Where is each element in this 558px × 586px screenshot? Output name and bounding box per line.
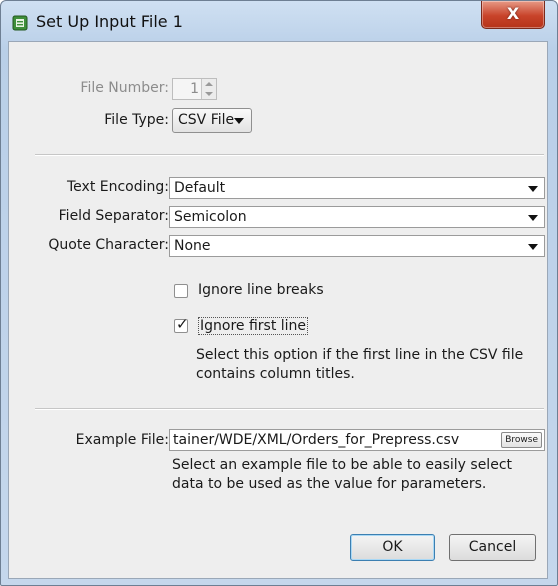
dialog-content: File Number: 1 File Type: CSV File Text … bbox=[8, 41, 548, 579]
file-number-label: File Number: bbox=[80, 80, 169, 96]
field-separator-value: Semicolon bbox=[174, 209, 247, 225]
cancel-label: Cancel bbox=[468, 539, 517, 555]
spinner-down-icon bbox=[205, 92, 213, 96]
quote-character-value: None bbox=[174, 238, 211, 254]
spinner-up-icon bbox=[205, 82, 213, 86]
title-bar[interactable]: Set Up Input File 1 X bbox=[1, 1, 557, 41]
ignore-first-line-checkbox[interactable]: ✓ Ignore first line bbox=[174, 315, 374, 337]
example-file-help-2: data to be used as the value for paramet… bbox=[172, 476, 487, 492]
text-encoding-value: Default bbox=[174, 180, 226, 196]
close-icon: X bbox=[506, 4, 520, 23]
quote-character-select[interactable]: None bbox=[169, 235, 545, 257]
file-type-value: CSV File bbox=[178, 112, 235, 128]
file-number-value: 1 bbox=[190, 81, 199, 97]
spinner-down-button[interactable] bbox=[201, 89, 216, 99]
file-number-spinner[interactable]: 1 bbox=[172, 78, 217, 100]
file-type-select[interactable]: CSV File bbox=[172, 108, 252, 133]
ignore-first-line-help-2: contains column titles. bbox=[196, 366, 355, 382]
browse-button[interactable]: Browse bbox=[501, 432, 542, 448]
divider bbox=[35, 154, 544, 156]
checkbox-box[interactable]: ✓ bbox=[174, 315, 189, 333]
cancel-button[interactable]: Cancel bbox=[449, 534, 536, 561]
divider bbox=[35, 408, 544, 410]
close-button[interactable]: X bbox=[481, 1, 545, 29]
window-title: Set Up Input File 1 bbox=[36, 12, 183, 31]
ignore-first-line-help-1: Select this option if the first line in … bbox=[196, 347, 524, 363]
example-file-path: tainer/WDE/XML/Orders_for_Prepress.csv bbox=[173, 432, 460, 448]
text-encoding-label: Text Encoding: bbox=[67, 179, 169, 195]
ok-button[interactable]: OK bbox=[350, 534, 435, 561]
field-separator-label: Field Separator: bbox=[58, 208, 169, 224]
ignore-first-line-label: Ignore first line bbox=[198, 317, 309, 335]
chevron-down-icon bbox=[528, 186, 538, 192]
example-file-help-1: Select an example file to be able to eas… bbox=[172, 457, 512, 473]
file-type-label: File Type: bbox=[104, 112, 169, 128]
field-separator-select[interactable]: Semicolon bbox=[169, 206, 545, 228]
chevron-down-icon bbox=[528, 244, 538, 250]
quote-character-label: Quote Character: bbox=[48, 237, 169, 253]
example-file-field[interactable]: tainer/WDE/XML/Orders_for_Prepress.csv B… bbox=[169, 429, 545, 451]
app-icon bbox=[12, 15, 28, 31]
browse-label: Browse bbox=[505, 435, 538, 445]
chevron-down-icon bbox=[234, 118, 244, 124]
checkmark-icon: ✓ bbox=[176, 315, 189, 333]
ok-label: OK bbox=[382, 539, 403, 555]
checkbox-box[interactable] bbox=[174, 284, 188, 298]
text-encoding-select[interactable]: Default bbox=[169, 177, 545, 199]
chevron-down-icon bbox=[528, 215, 538, 221]
ignore-line-breaks-label: Ignore line breaks bbox=[198, 282, 324, 298]
example-file-label: Example File: bbox=[75, 432, 169, 448]
ignore-line-breaks-checkbox[interactable]: Ignore line breaks bbox=[174, 282, 374, 302]
